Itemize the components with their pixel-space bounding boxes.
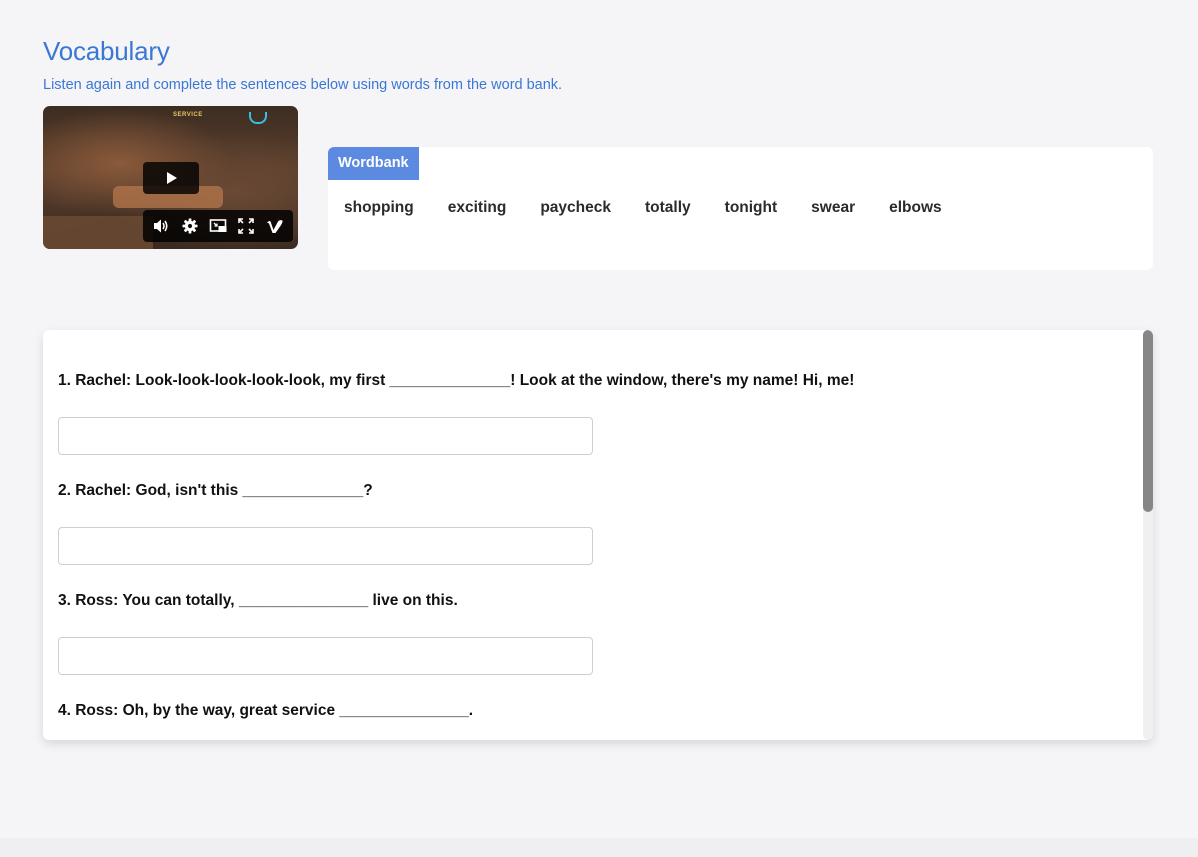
wordbank-word[interactable]: elbows bbox=[889, 199, 942, 217]
page-title: Vocabulary bbox=[43, 36, 170, 66]
pip-button[interactable] bbox=[209, 217, 227, 235]
questions-scrollbar[interactable] bbox=[1143, 330, 1153, 740]
question-4-text: 4. Ross: Oh, by the way, great service _… bbox=[58, 702, 474, 719]
question-2-answer-input[interactable] bbox=[58, 527, 593, 565]
question-1-text: 1. Rachel: Look-look-look-look-look, my … bbox=[58, 372, 855, 389]
question-2-text: 2. Rachel: God, isn't this _____________… bbox=[58, 482, 373, 499]
wordbank-tab: Wordbank bbox=[328, 147, 419, 180]
questions-scrollbar-thumb[interactable] bbox=[1143, 330, 1153, 512]
video-frame-cup bbox=[249, 112, 267, 124]
wordbank-word[interactable]: totally bbox=[645, 199, 691, 217]
vimeo-logo-icon bbox=[266, 220, 283, 233]
video-frame-table bbox=[43, 216, 153, 249]
wordbank-word[interactable]: swear bbox=[811, 199, 855, 217]
volume-icon bbox=[154, 219, 168, 233]
video-frame-sign: SERVICE bbox=[173, 112, 203, 118]
page: Vocabulary Listen again and complete the… bbox=[0, 0, 1198, 857]
page-subtitle: Listen again and complete the sentences … bbox=[43, 77, 563, 93]
wordbank-word[interactable]: exciting bbox=[448, 199, 507, 217]
settings-icon bbox=[182, 218, 198, 234]
play-icon bbox=[167, 172, 177, 184]
settings-button[interactable] bbox=[181, 217, 199, 235]
question-3-text: 3. Ross: You can totally, ______________… bbox=[58, 592, 458, 609]
fullscreen-icon bbox=[238, 218, 255, 234]
wordbank-word[interactable]: tonight bbox=[725, 199, 778, 217]
wordbank-word[interactable]: paycheck bbox=[540, 199, 611, 217]
wordbank-word[interactable]: shopping bbox=[344, 199, 414, 217]
play-button[interactable] bbox=[143, 162, 199, 194]
video-controls bbox=[143, 210, 293, 242]
fullscreen-button[interactable] bbox=[237, 217, 255, 235]
question-3-answer-input[interactable] bbox=[58, 637, 593, 675]
picture-in-picture-icon bbox=[209, 219, 227, 232]
bottom-strip bbox=[0, 838, 1198, 857]
video-player[interactable]: SERVICE bbox=[43, 106, 298, 249]
vimeo-link[interactable] bbox=[266, 217, 284, 235]
wordbank-words: shopping exciting paycheck totally tonig… bbox=[344, 199, 976, 217]
wordbank-panel: Wordbank shopping exciting paycheck tota… bbox=[328, 147, 1153, 270]
volume-button[interactable] bbox=[152, 217, 170, 235]
question-1-answer-input[interactable] bbox=[58, 417, 593, 455]
questions-panel: 1. Rachel: Look-look-look-look-look, my … bbox=[43, 330, 1153, 740]
